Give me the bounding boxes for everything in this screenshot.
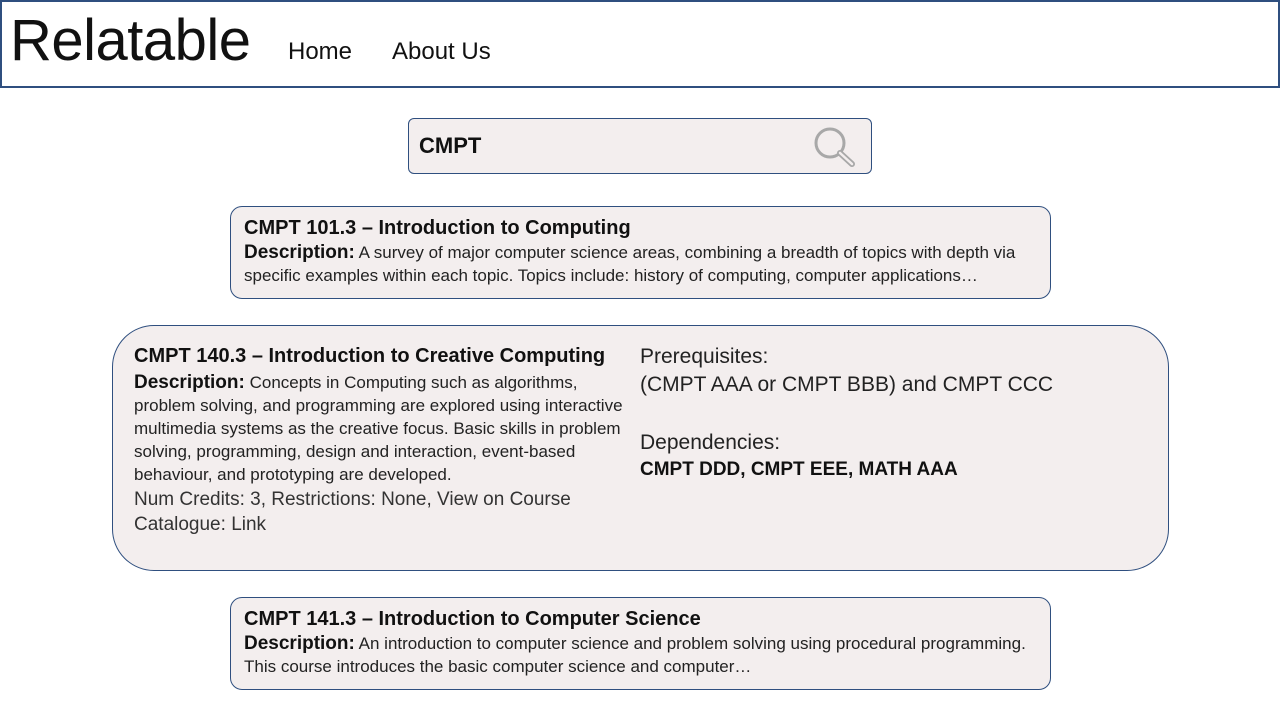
nav-about-link[interactable]: About Us <box>392 36 491 68</box>
nav-home-link[interactable]: Home <box>288 36 352 68</box>
description-text: An introduction to computer science and … <box>244 634 1026 676</box>
description-label: Description: <box>134 372 245 393</box>
dependencies-label: Dependencies: <box>640 431 781 454</box>
prerequisites-label: Prerequisites: <box>640 345 769 368</box>
course-description: Description: An introduction to computer… <box>244 632 1037 678</box>
course-title: CMPT 140.3 – Introduction to Creative Co… <box>134 345 606 367</box>
course-details-right: Prerequisites: (CMPT AAA or CMPT BBB) an… <box>640 343 1140 483</box>
course-card-cmpt140-expanded[interactable]: CMPT 140.3 – Introduction to Creative Co… <box>112 325 1169 571</box>
course-title: CMPT 101.3 – Introduction to Computing <box>244 217 631 239</box>
app-logo[interactable]: Relatable <box>10 8 251 74</box>
header-bar: Relatable Home About Us <box>0 0 1280 88</box>
course-meta: Num Credits: 3, Restrictions: None, View… <box>134 487 640 537</box>
description-label: Description: <box>244 633 355 654</box>
search-bar <box>408 118 872 174</box>
course-details-left: CMPT 140.3 – Introduction to Creative Co… <box>134 343 640 537</box>
catalogue-link[interactable]: Link <box>231 514 266 535</box>
description-text: A survey of major computer science areas… <box>244 243 1016 285</box>
search-input[interactable] <box>419 129 799 163</box>
course-meta-text: Num Credits: 3, Restrictions: None, View… <box>134 489 571 535</box>
prerequisites-value: (CMPT AAA or CMPT BBB) and CMPT CCC <box>640 373 1054 396</box>
course-description: Description: A survey of major computer … <box>244 241 1037 287</box>
course-title: CMPT 141.3 – Introduction to Computer Sc… <box>244 608 701 630</box>
course-card-cmpt141[interactable]: CMPT 141.3 – Introduction to Computer Sc… <box>230 597 1051 690</box>
search-icon[interactable] <box>811 125 857 169</box>
dependencies-value: CMPT DDD, CMPT EEE, MATH AAA <box>640 459 958 480</box>
course-card-cmpt101[interactable]: CMPT 101.3 – Introduction to Computing D… <box>230 206 1051 299</box>
description-label: Description: <box>244 242 355 263</box>
page: Relatable Home About Us CMPT 101.3 – Int… <box>0 0 1280 720</box>
course-description: Description: Concepts in Computing such … <box>134 371 640 486</box>
